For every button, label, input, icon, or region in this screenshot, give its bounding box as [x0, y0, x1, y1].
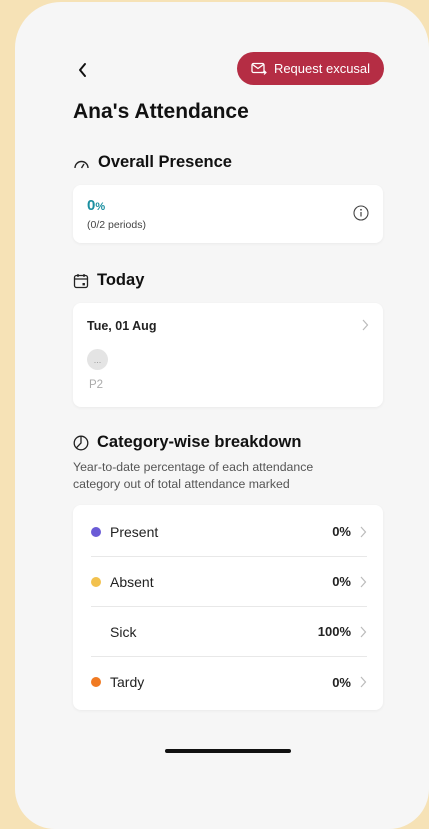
category-value: 0% [332, 524, 351, 539]
today-card[interactable]: Tue, 01 Aug ... P2 [73, 303, 383, 407]
category-row-absent[interactable]: Absent 0% [91, 557, 367, 607]
overall-presence-title: Overall Presence [98, 153, 232, 171]
category-row-sick[interactable]: Sick 100% [91, 607, 367, 657]
overall-presence-heading: Overall Presence [73, 153, 232, 172]
category-label: Present [110, 523, 159, 540]
today-date: Tue, 01 Aug [87, 319, 157, 333]
home-indicator[interactable] [165, 749, 291, 753]
overall-presence-card: 0% (0/2 periods) [73, 185, 383, 243]
chevron-right-icon [362, 319, 369, 331]
breakdown-card: Present 0% Absent 0% Sick 100% Tardy 0% [73, 505, 383, 710]
category-label: Sick [110, 623, 137, 640]
chevron-right-icon [360, 576, 367, 587]
page-title: Ana's Attendance [73, 100, 249, 123]
category-value: 100% [317, 624, 351, 639]
category-row-present[interactable]: Present 0% [91, 507, 367, 557]
category-label: Tardy [110, 674, 145, 690]
today-heading: Today [73, 271, 144, 290]
today-title: Today [97, 271, 145, 289]
back-button[interactable] [73, 60, 93, 80]
period-status-dot: ... [87, 349, 108, 370]
chevron-right-icon [360, 676, 367, 688]
category-value: 0% [332, 674, 351, 690]
chevron-right-icon [360, 526, 367, 537]
breakdown-description: Year-to-date percentage of each attendan… [73, 460, 314, 491]
absent-color-dot [91, 576, 101, 587]
calendar-icon [73, 273, 89, 288]
category-label: Absent [110, 573, 154, 590]
category-value: 0% [332, 574, 351, 589]
info-button[interactable] [353, 205, 369, 226]
period-label: P2 [89, 379, 104, 391]
mail-arrow-icon [251, 62, 267, 75]
gauge-icon [74, 160, 89, 168]
sick-color-dot [91, 627, 101, 637]
overall-periods: (0/2 periods) [87, 219, 146, 231]
request-excusal-label: Request excusal [273, 61, 371, 76]
info-icon [353, 205, 369, 221]
overall-percent: 0% [87, 197, 105, 214]
phone-screen: Request excusal Ana's Attendance Overall… [15, 2, 429, 829]
breakdown-title: Category-wise breakdown [97, 433, 302, 451]
chevron-right-icon [360, 626, 367, 637]
category-row-tardy[interactable]: Tardy 0% [91, 657, 367, 707]
present-color-dot [91, 526, 101, 537]
request-excusal-button[interactable]: Request excusal [237, 52, 384, 85]
breakdown-heading: Category-wise breakdown [73, 433, 301, 452]
overall-percent-sign: % [95, 201, 106, 213]
pie-icon [73, 435, 89, 450]
chevron-left-icon [79, 63, 86, 77]
tardy-color-dot [91, 677, 101, 687]
